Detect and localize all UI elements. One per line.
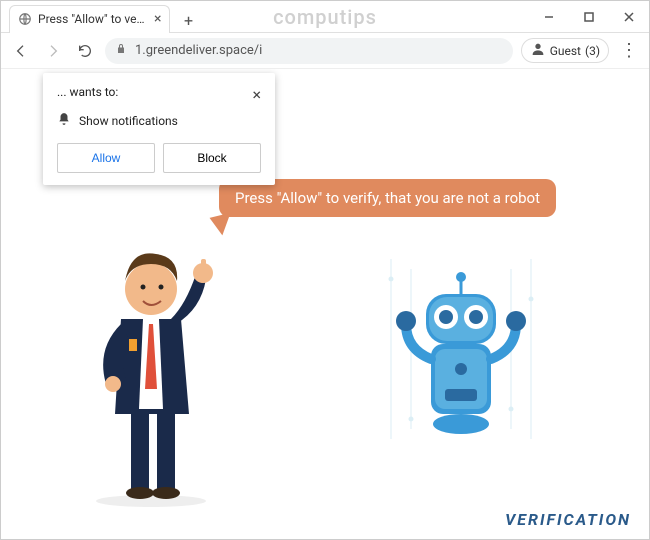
reload-button[interactable] [73, 39, 97, 63]
close-prompt-icon[interactable]: × [252, 85, 261, 104]
maximize-button[interactable] [569, 1, 609, 33]
browser-window: computips Press "Allow" to verify, that … [0, 0, 650, 540]
window-controls [529, 1, 649, 33]
robot-illustration [371, 249, 551, 453]
person-icon [530, 41, 546, 60]
watermark-text: computips [273, 5, 377, 29]
verification-label: VERIFICATION [505, 510, 631, 529]
bell-icon [57, 112, 71, 129]
block-button[interactable]: Block [163, 143, 261, 173]
businessman-illustration [71, 229, 231, 513]
address-bar[interactable]: 1.greendeliver.space/i [105, 38, 513, 64]
globe-icon [18, 12, 32, 26]
close-tab-icon[interactable]: × [154, 11, 161, 27]
back-button[interactable] [9, 39, 33, 63]
notification-permission-prompt: ... wants to: × Show notifications Allow… [43, 73, 275, 185]
guest-label: Guest [550, 44, 581, 58]
prompt-origin-text: ... wants to: [57, 85, 118, 104]
new-tab-button[interactable]: + [176, 9, 200, 33]
prompt-permission-text: Show notifications [79, 114, 178, 128]
lock-icon [115, 43, 127, 59]
forward-button[interactable] [41, 39, 65, 63]
url-text: 1.greendeliver.space/i [135, 43, 262, 58]
close-window-button[interactable] [609, 1, 649, 33]
guest-count: (3) [585, 44, 600, 58]
browser-tab[interactable]: Press "Allow" to verify, that you a × [9, 5, 170, 33]
guest-profile-button[interactable]: Guest (3) [521, 38, 609, 63]
tabstrip: Press "Allow" to verify, that you a × + [1, 1, 200, 33]
toolbar: 1.greendeliver.space/i Guest (3) ⋮ [1, 33, 649, 69]
page-content: ... wants to: × Show notifications Allow… [1, 69, 649, 539]
menu-button[interactable]: ⋮ [617, 39, 641, 63]
minimize-button[interactable] [529, 1, 569, 33]
allow-button[interactable]: Allow [57, 143, 155, 173]
titlebar: computips Press "Allow" to verify, that … [1, 1, 649, 33]
tab-title: Press "Allow" to verify, that you a [38, 12, 148, 26]
